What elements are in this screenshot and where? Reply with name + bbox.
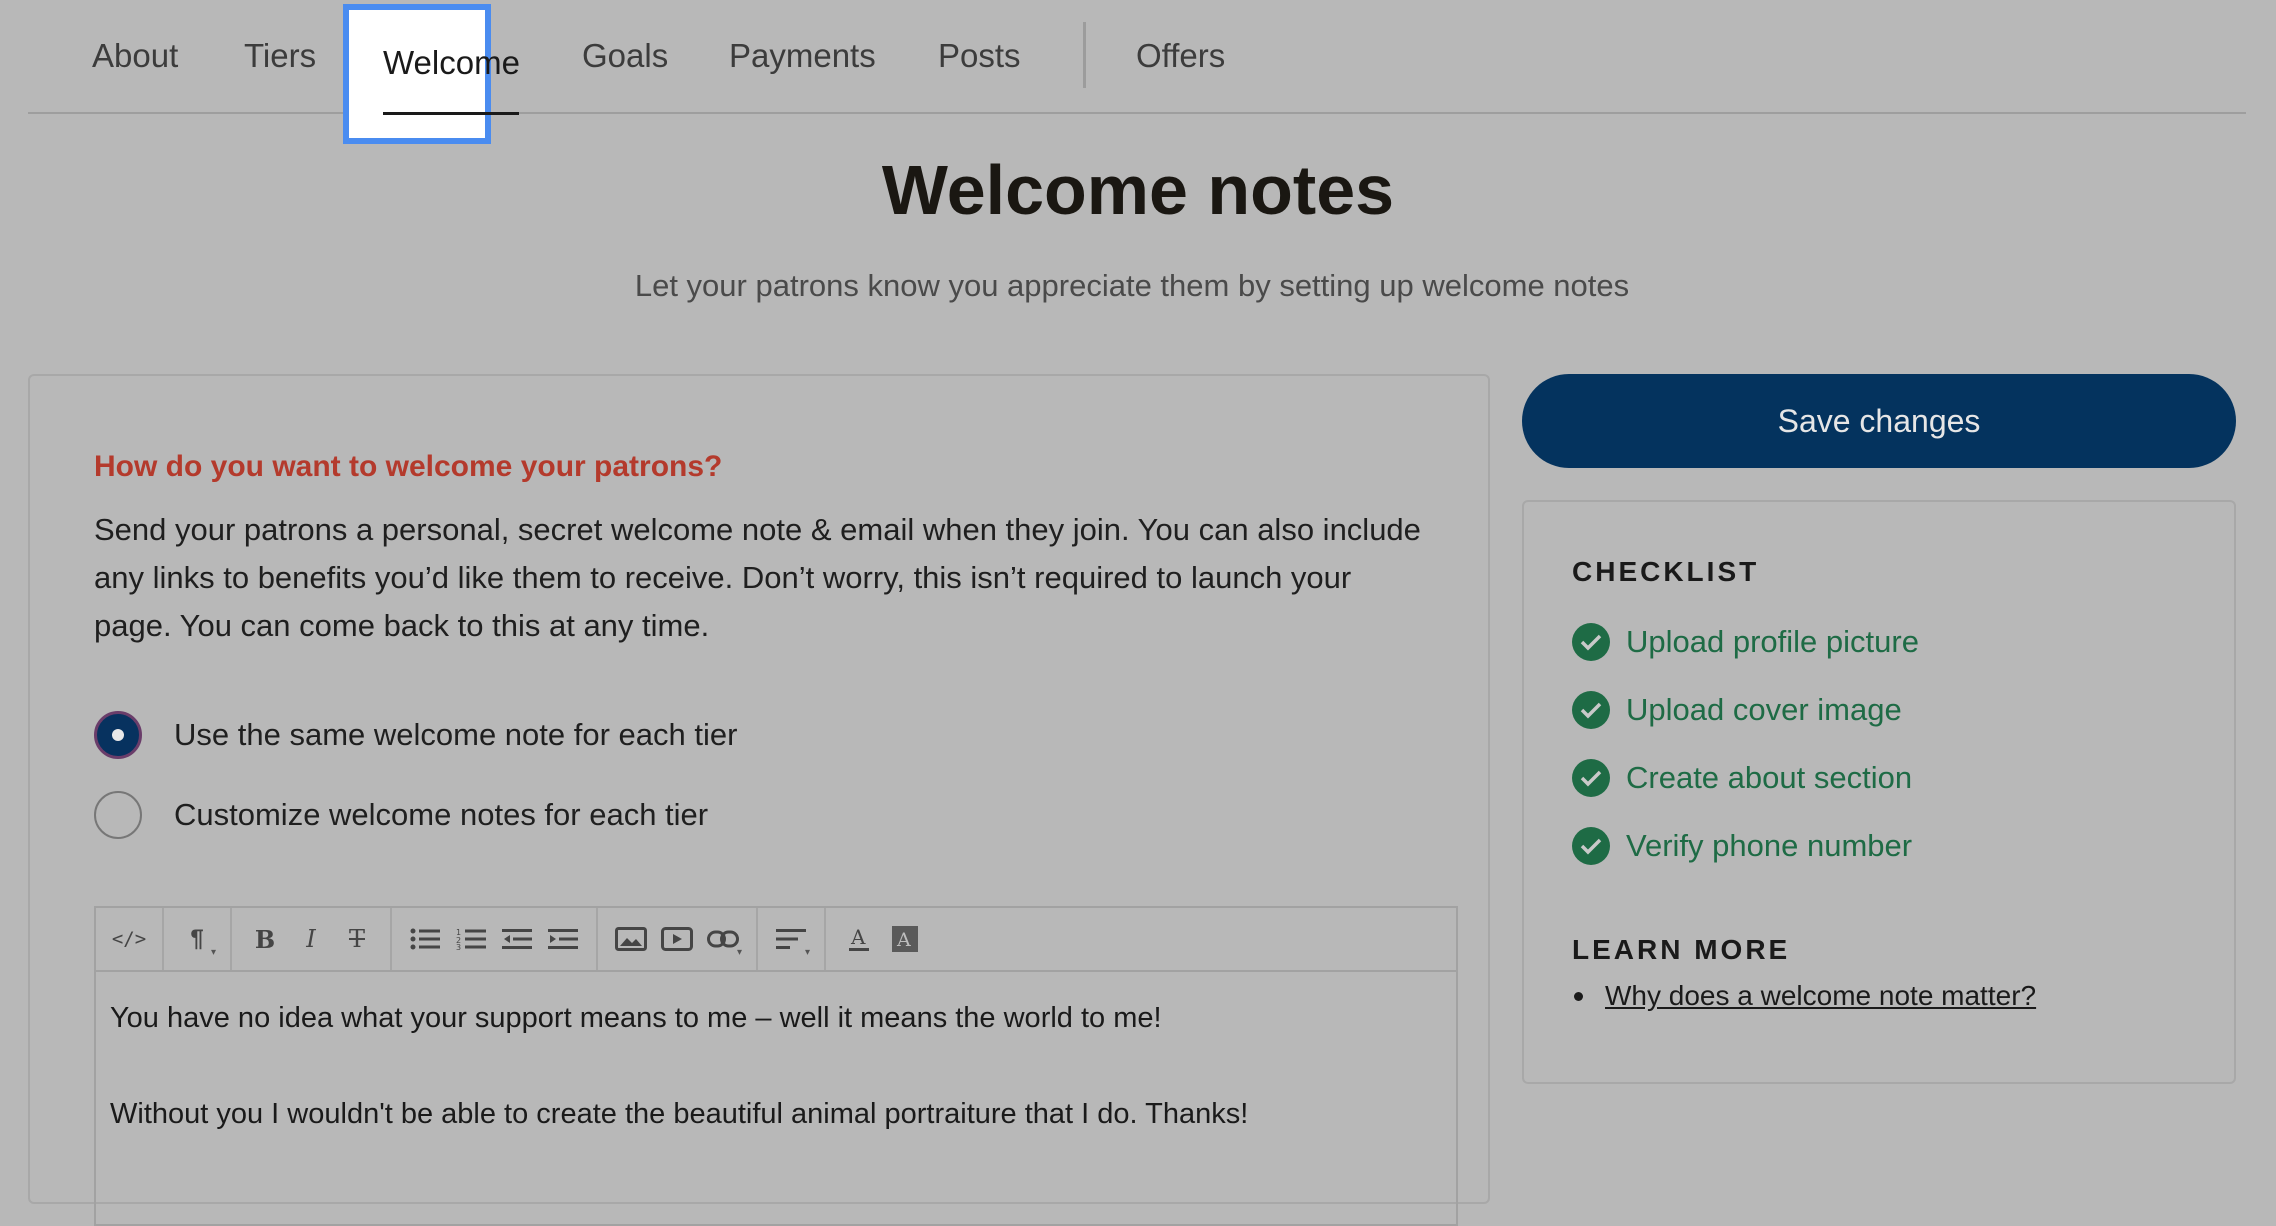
editor-toolbar: </> ¶ ▾ B I T 123 ▾ ▾ A A (96, 908, 1456, 972)
bulleted-list-icon[interactable] (402, 916, 448, 962)
active-tab-underline (383, 112, 519, 115)
welcome-question: How do you want to welcome your patrons? (94, 450, 723, 483)
indent-icon[interactable] (540, 916, 586, 962)
outdent-icon[interactable] (494, 916, 540, 962)
check-circle-icon (1572, 691, 1610, 729)
tab-divider (1083, 22, 1086, 88)
tab-posts[interactable]: Posts (938, 0, 1021, 112)
strikethrough-icon[interactable]: T (334, 916, 380, 962)
check-circle-icon (1572, 827, 1610, 865)
image-icon[interactable] (608, 916, 654, 962)
checklist-heading: CHECKLIST (1572, 556, 1760, 587)
checklist-item-label: Create about section (1626, 760, 1913, 795)
editor-paragraph: Without you I wouldn't be able to create… (110, 1098, 1249, 1130)
svg-text:A: A (896, 929, 911, 951)
radio-unselected[interactable] (94, 791, 142, 839)
checklist-item: Create about section (1572, 758, 1912, 798)
highlight-icon[interactable]: A (882, 916, 928, 962)
link-icon[interactable]: ▾ (700, 916, 746, 962)
page-subtitle: Let your patrons know you appreciate the… (634, 268, 1630, 303)
option-custom-notes[interactable]: Customize welcome notes for each tier (94, 790, 708, 840)
checklist-item: Verify phone number (1572, 826, 1912, 866)
checklist-item: Upload profile picture (1572, 622, 1919, 662)
check-circle-icon (1572, 759, 1610, 797)
bold-icon[interactable]: B (242, 916, 288, 962)
checklist-item-label: Upload cover image (1626, 692, 1902, 727)
paragraph-icon[interactable]: ¶ ▾ (174, 916, 220, 962)
numbered-list-icon[interactable]: 123 (448, 916, 494, 962)
welcome-note-card: How do you want to welcome your patrons?… (28, 374, 1490, 1226)
why-welcome-note-link[interactable]: Why does a welcome note matter? (1605, 980, 2036, 1012)
tab-welcome-label: Welcome (383, 44, 520, 81)
tab-payments[interactable]: Payments (729, 0, 876, 112)
checklist-item: Upload cover image (1572, 690, 1902, 730)
bullet-icon (1574, 991, 1583, 1001)
checklist-item-label: Verify phone number (1626, 828, 1913, 863)
option-label: Use the same welcome note for each tier (174, 717, 738, 752)
svg-text:A: A (850, 926, 866, 949)
checklist-item-label: Upload profile picture (1626, 624, 1919, 659)
svg-text:3: 3 (456, 943, 461, 950)
check-circle-icon (1572, 623, 1610, 661)
text-color-icon[interactable]: A (836, 916, 882, 962)
editor-paragraph: You have no idea what your support means… (110, 1002, 1162, 1034)
option-label: Customize welcome notes for each tier (174, 797, 709, 832)
italic-icon[interactable]: I (288, 916, 334, 962)
page-title: Welcome notes (881, 151, 1395, 229)
video-icon[interactable] (654, 916, 700, 962)
tab-goals[interactable]: Goals (582, 0, 668, 112)
code-view-icon[interactable]: </> (106, 916, 152, 962)
settings-tabs: About Tiers Welcome Goals Payments Posts… (28, 0, 2246, 144)
tab-about[interactable]: About (92, 0, 178, 112)
tab-tiers[interactable]: Tiers (244, 0, 316, 112)
editor-content[interactable]: You have no idea what your support means… (96, 972, 1456, 1208)
align-icon[interactable]: ▾ (768, 916, 814, 962)
tab-welcome[interactable]: Welcome (343, 4, 520, 144)
learn-more-item: Why does a welcome note matter? (1572, 980, 2036, 1012)
option-same-note[interactable]: Use the same welcome note for each tier (94, 710, 737, 760)
welcome-description: Send your patrons a personal, secret wel… (94, 512, 1421, 643)
save-changes-button[interactable]: Save changes (1522, 374, 2236, 468)
checklist-card: CHECKLIST Upload profile picture Upload … (1522, 500, 2236, 1084)
learn-more-heading: LEARN MORE (1572, 934, 1791, 965)
radio-selected[interactable] (94, 711, 142, 759)
rich-text-editor: </> ¶ ▾ B I T 123 ▾ ▾ A A You have no id… (94, 906, 1458, 1226)
tab-offers[interactable]: Offers (1136, 0, 1225, 112)
